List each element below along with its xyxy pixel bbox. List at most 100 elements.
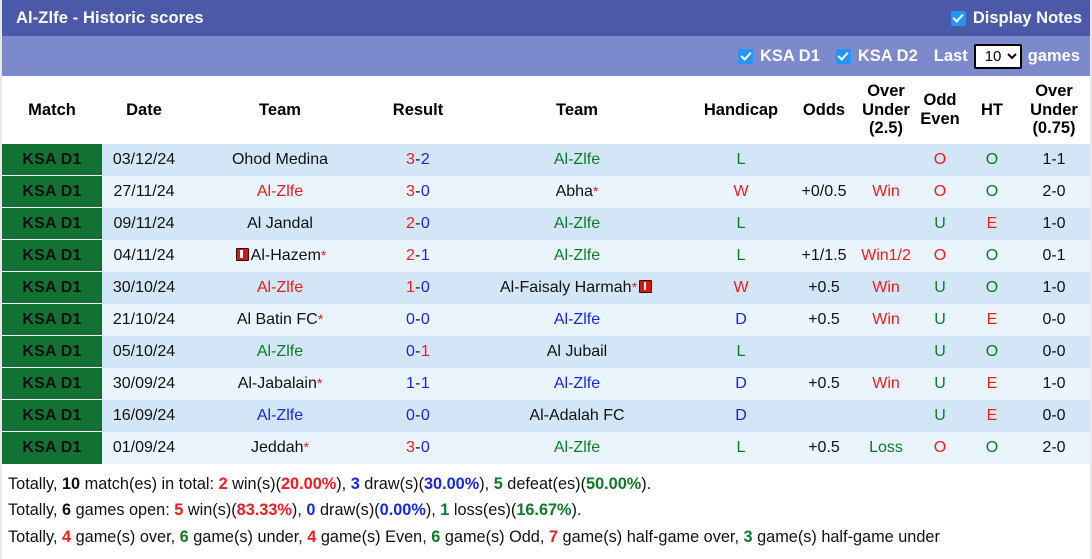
league-filter-ksa-d1[interactable]: KSA D1 [737, 47, 820, 66]
table-row[interactable]: KSA D1 01/09/24 Jeddah* 3-0 Al-Zlfe L +0.5 Loss… [2, 431, 1090, 464]
sl3-t4: game(s) Even, [316, 527, 432, 546]
games-count-select[interactable]: 510152030 [973, 43, 1022, 69]
league-filter-ksa-d2[interactable]: KSA D2 [835, 47, 918, 66]
team-name: Al-Adalah FC [529, 406, 625, 424]
sl1-t7: defeat(es)( [502, 474, 587, 493]
cell-over-under-25: U [914, 399, 966, 432]
cell-score[interactable]: 3-0 [374, 175, 462, 208]
cell-score[interactable]: 3-2 [374, 143, 462, 176]
cell-away-team[interactable]: Al-Zlfe [462, 143, 692, 176]
table-row[interactable]: KSA D1 27/11/24 Al-Zlfe 3-0 Abha* W +0/0.5 Win O… [2, 175, 1090, 209]
score-away: 1 [420, 246, 431, 264]
team-name: Al Jubail [546, 342, 608, 360]
cell-league[interactable]: KSA D1 [2, 399, 102, 433]
table-row[interactable]: KSA D1 21/10/24 Al Batin FC* 0-0 Al-Zlfe D +0.… [2, 303, 1090, 337]
cell-away-team[interactable]: Abha* [462, 175, 692, 208]
cell-odd-even: E [966, 367, 1018, 400]
cell-score[interactable]: 3-0 [374, 431, 462, 464]
cell-home-team[interactable]: Al-Zlfe [186, 271, 374, 304]
table-row[interactable]: KSA D109/11/24Al Jandal2-0Al-ZlfeLUE1-0O [2, 207, 1090, 241]
score-value: 1-0 [406, 279, 430, 296]
table-body: KSA D1 03/12/24 Ohod Medina 3-2 Al-Zlfe L O O 1-… [2, 143, 1090, 464]
cell-league[interactable]: KSA D1 [2, 303, 102, 337]
score-home: 3 [405, 182, 416, 200]
cell-over-under-25-value: U [934, 374, 946, 392]
cell-handicap: +0.5 [790, 431, 858, 464]
cell-over-under-25: U [914, 335, 966, 368]
cell-home-team[interactable]: Al Batin FC* [186, 303, 374, 336]
cell-handicap [790, 335, 858, 368]
th-ou25-line2: Under [862, 100, 910, 119]
cell-away-team[interactable]: Al-Zlfe [462, 239, 692, 272]
cell-odds [858, 143, 914, 176]
cell-league[interactable]: KSA D1 [2, 175, 102, 209]
ksa-d2-checkbox[interactable] [835, 48, 851, 64]
cell-away-team[interactable]: Al Jubail [462, 335, 692, 368]
th-date: Date [102, 76, 186, 144]
cell-odd-even: E [966, 303, 1018, 336]
cell-away-team[interactable]: Al-Zlfe [462, 303, 692, 336]
cell-home-team[interactable]: Al-Zlfe [186, 399, 374, 432]
cell-league[interactable]: KSA D1 [2, 271, 102, 305]
cell-score[interactable]: 2-1 [374, 239, 462, 272]
cell-home-team[interactable]: Al-Jabalain* [186, 367, 374, 400]
filter-bar: KSA D1 KSA D2 Last 510152030 games [2, 36, 1090, 76]
score-away: 1 [420, 374, 431, 392]
cell-odds-value: Win1/2 [861, 246, 911, 264]
table-row[interactable]: KSA D1 04/11/24 Al-Hazem* 2-1 Al-Zlfe L +1/1.5… [2, 239, 1090, 273]
cell-home-team[interactable]: Al-Zlfe [186, 175, 374, 208]
cell-odds-value: Win [872, 374, 900, 392]
table-row[interactable]: KSA D1 16/09/24 Al-Zlfe 0-0 Al-Adalah FC D U E 0… [2, 399, 1090, 433]
cell-ht-value: 2-0 [1042, 182, 1066, 200]
cell-league[interactable]: KSA D1 [2, 239, 102, 273]
cell-odd-even: O [966, 143, 1018, 176]
cell-home-team[interactable]: Jeddah* [186, 431, 374, 464]
table-row[interactable]: KSA D1 03/12/24 Ohod Medina 3-2 Al-Zlfe L O O 1-… [2, 143, 1090, 177]
cell-ht: 1-0 [1018, 207, 1090, 240]
cell-score[interactable]: 1-1 [374, 367, 462, 400]
table-row[interactable]: KSA D1 30/10/24 Al-Zlfe 1-0 Al-Faisaly Harma… [2, 271, 1090, 305]
cell-date-value: 05/10/24 [112, 342, 176, 360]
cell-handicap-value: +0.5 [808, 278, 840, 296]
sl2-loss-count: 1 [440, 501, 450, 520]
ksa-d1-checkbox[interactable] [737, 48, 753, 64]
display-notes-checkbox[interactable] [950, 10, 966, 26]
sl2-t2: games open: [71, 501, 175, 520]
cell-home-team[interactable]: Al-Zlfe [186, 335, 374, 368]
cell-home-team[interactable]: Al-Hazem* [186, 239, 374, 272]
cell-date-value: 30/10/24 [112, 278, 176, 296]
table-header-row: Match Date Team Result Team Handicap Odd… [2, 76, 1090, 144]
table-row[interactable]: KSA D1 30/09/24 Al-Jabalain* 1-1 Al-Zlfe D +0.… [2, 367, 1090, 401]
cell-score[interactable]: 0-1 [374, 335, 462, 368]
cell-away-team[interactable]: Al-Adalah FC [462, 399, 692, 432]
cell-score[interactable]: 1-0 [374, 271, 462, 304]
cell-ht-value: 1-0 [1042, 214, 1066, 232]
cell-league[interactable]: KSA D1 [2, 143, 102, 177]
score-value: 3-2 [406, 151, 430, 168]
cell-odd-even-value: O [985, 182, 999, 200]
cell-away-team[interactable]: Al-Zlfe [462, 431, 692, 464]
cell-score[interactable]: 2-0 [374, 207, 462, 240]
cell-date: 09/11/24 [102, 207, 186, 240]
cell-away-team[interactable]: Al-Faisaly Harmah* [462, 271, 692, 304]
cell-league[interactable]: KSA D1 [2, 207, 102, 241]
cell-score[interactable]: 0-0 [374, 303, 462, 336]
cell-league[interactable]: KSA D1 [2, 367, 102, 401]
sl3-odd-count: 6 [431, 527, 441, 546]
cell-ht-value: 2-0 [1042, 438, 1066, 456]
th-ou075-line2: Under [1030, 100, 1078, 119]
table-row[interactable]: KSA D105/10/24Al-Zlfe0-1Al JubailLUO0-0U [2, 335, 1090, 369]
cell-over-under-25: U [914, 271, 966, 304]
cell-odd-even-value: O [985, 278, 999, 296]
cell-home-team[interactable]: Al Jandal [186, 207, 374, 240]
team-name: Al-Zlfe [553, 310, 601, 328]
display-notes-toggle[interactable]: Display Notes [950, 9, 1082, 28]
cell-league[interactable]: KSA D1 [2, 431, 102, 464]
cell-away-team[interactable]: Al-Zlfe [462, 367, 692, 400]
cell-home-team[interactable]: Ohod Medina [186, 143, 374, 176]
cell-away-team[interactable]: Al-Zlfe [462, 207, 692, 240]
cell-league[interactable]: KSA D1 [2, 335, 102, 369]
cell-date-value: 03/12/24 [112, 150, 176, 168]
score-away: 0 [420, 214, 431, 232]
cell-score[interactable]: 0-0 [374, 399, 462, 432]
